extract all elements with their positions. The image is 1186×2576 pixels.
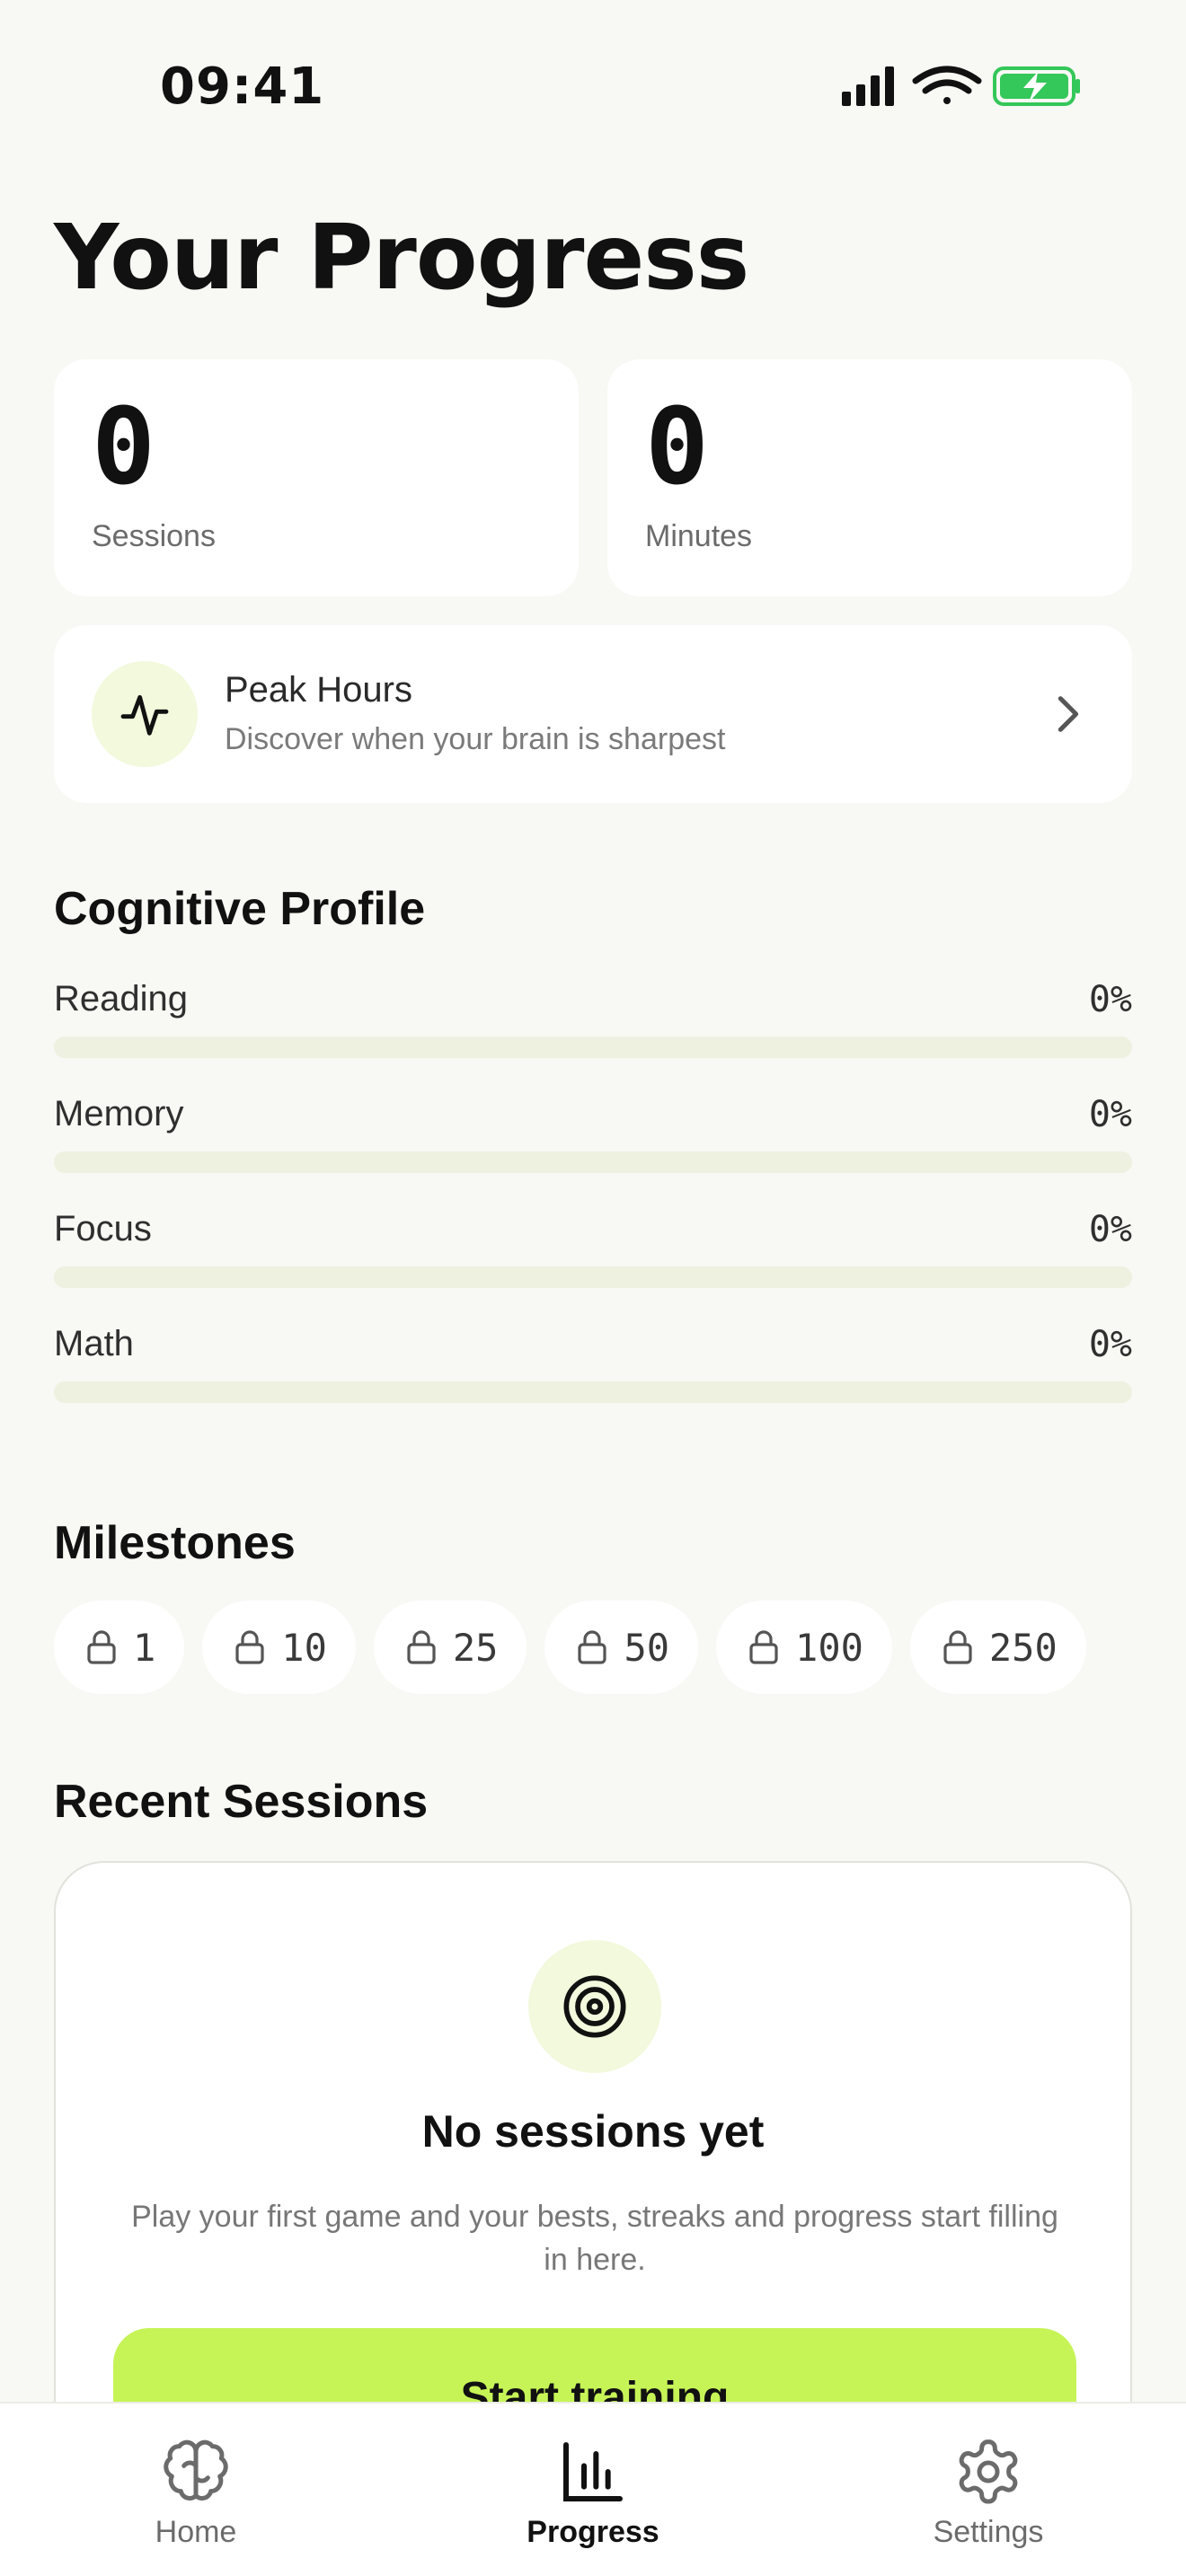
lock-icon	[235, 1630, 264, 1664]
target-icon	[563, 1975, 626, 2038]
milestone-value: 50	[624, 1625, 670, 1670]
recent-sessions-title: Recent Sessions	[54, 1776, 429, 1828]
metric-math: Math 0%	[54, 1324, 1132, 1423]
lock-icon	[749, 1630, 778, 1664]
milestone-chip[interactable]: 250	[909, 1601, 1086, 1694]
lock-icon	[87, 1630, 116, 1664]
lock-icon	[943, 1630, 972, 1664]
sessions-count: 0	[92, 384, 156, 508]
metric-label: Reading	[54, 979, 189, 1019]
metric-value: 0%	[1088, 979, 1132, 1020]
chevron-right-icon	[1058, 696, 1079, 732]
sessions-label: Sessions	[92, 519, 216, 553]
tab-label: Progress	[527, 2515, 659, 2549]
milestone-value: 10	[281, 1625, 327, 1670]
empty-state-text: Play your first game and your bests, str…	[131, 2200, 1058, 2277]
milestones-title: Milestones	[54, 1517, 296, 1569]
empty-state-icon-badge	[528, 1940, 661, 2073]
minutes-label: Minutes	[645, 519, 753, 553]
milestone-value: 1	[133, 1625, 156, 1670]
progress-screen: 09:41 Your Progress 0 Sessions 0 Minutes…	[0, 0, 1186, 2576]
metric-progress-track	[54, 1151, 1132, 1173]
tab-label: Home	[155, 2515, 237, 2549]
status-bar: 09:41	[0, 0, 1186, 171]
milestone-value: 100	[795, 1625, 863, 1670]
peak-hours-subtitle: Discover when your brain is sharpest	[225, 722, 726, 756]
metric-progress-track	[54, 1266, 1132, 1288]
tab-bar: Home Progress Settings	[0, 2402, 1186, 2576]
milestone-chip[interactable]: 50	[544, 1601, 699, 1694]
wifi-icon	[912, 66, 982, 104]
milestone-value: 250	[988, 1625, 1058, 1670]
gear-icon	[959, 2439, 1018, 2504]
page-title: Your Progress	[54, 205, 749, 310]
empty-state-title: No sessions yet	[421, 2106, 765, 2157]
bar-chart-icon	[563, 2442, 623, 2501]
milestones-list: 1 10 25 50 100 250	[54, 1601, 1086, 1694]
metric-label: Memory	[54, 1094, 184, 1134]
metric-progress-track	[54, 1037, 1132, 1058]
metric-focus: Focus 0%	[54, 1209, 1132, 1308]
cognitive-profile-title: Cognitive Profile	[54, 883, 426, 935]
status-time: 09:41	[160, 57, 325, 116]
metric-value: 0%	[1088, 1209, 1132, 1250]
peak-hours-icon-badge	[92, 661, 198, 767]
status-icons	[840, 63, 1083, 110]
minutes-count: 0	[645, 384, 710, 508]
milestone-chip[interactable]: 25	[373, 1601, 527, 1694]
lock-icon	[407, 1630, 436, 1664]
metric-label: Focus	[54, 1209, 152, 1248]
lock-icon	[578, 1630, 607, 1664]
metric-memory: Memory 0%	[54, 1094, 1132, 1193]
tab-progress[interactable]: Progress	[476, 2404, 710, 2576]
sessions-stat-card: 0 Sessions	[54, 359, 579, 596]
tab-settings[interactable]: Settings	[872, 2404, 1105, 2576]
brain-icon	[164, 2439, 228, 2501]
peak-hours-title: Peak Hours	[225, 670, 412, 710]
tab-home[interactable]: Home	[79, 2404, 313, 2576]
activity-icon	[120, 694, 169, 736]
milestone-chip[interactable]: 100	[716, 1601, 892, 1694]
battery-charging-icon	[993, 66, 1080, 106]
cellular-signal-icon	[842, 66, 894, 106]
metric-value: 0%	[1088, 1324, 1132, 1365]
tab-label: Settings	[933, 2515, 1044, 2549]
metric-progress-track	[54, 1381, 1132, 1403]
milestone-chip[interactable]: 10	[202, 1601, 356, 1694]
milestone-chip[interactable]: 1	[54, 1601, 185, 1694]
peak-hours-card[interactable]: Peak Hours Discover when your brain is s…	[54, 625, 1132, 803]
metric-value: 0%	[1088, 1094, 1132, 1135]
metric-reading: Reading 0%	[54, 979, 1132, 1078]
milestone-value: 25	[452, 1625, 499, 1670]
metric-label: Math	[54, 1324, 134, 1363]
minutes-stat-card: 0 Minutes	[607, 359, 1132, 596]
